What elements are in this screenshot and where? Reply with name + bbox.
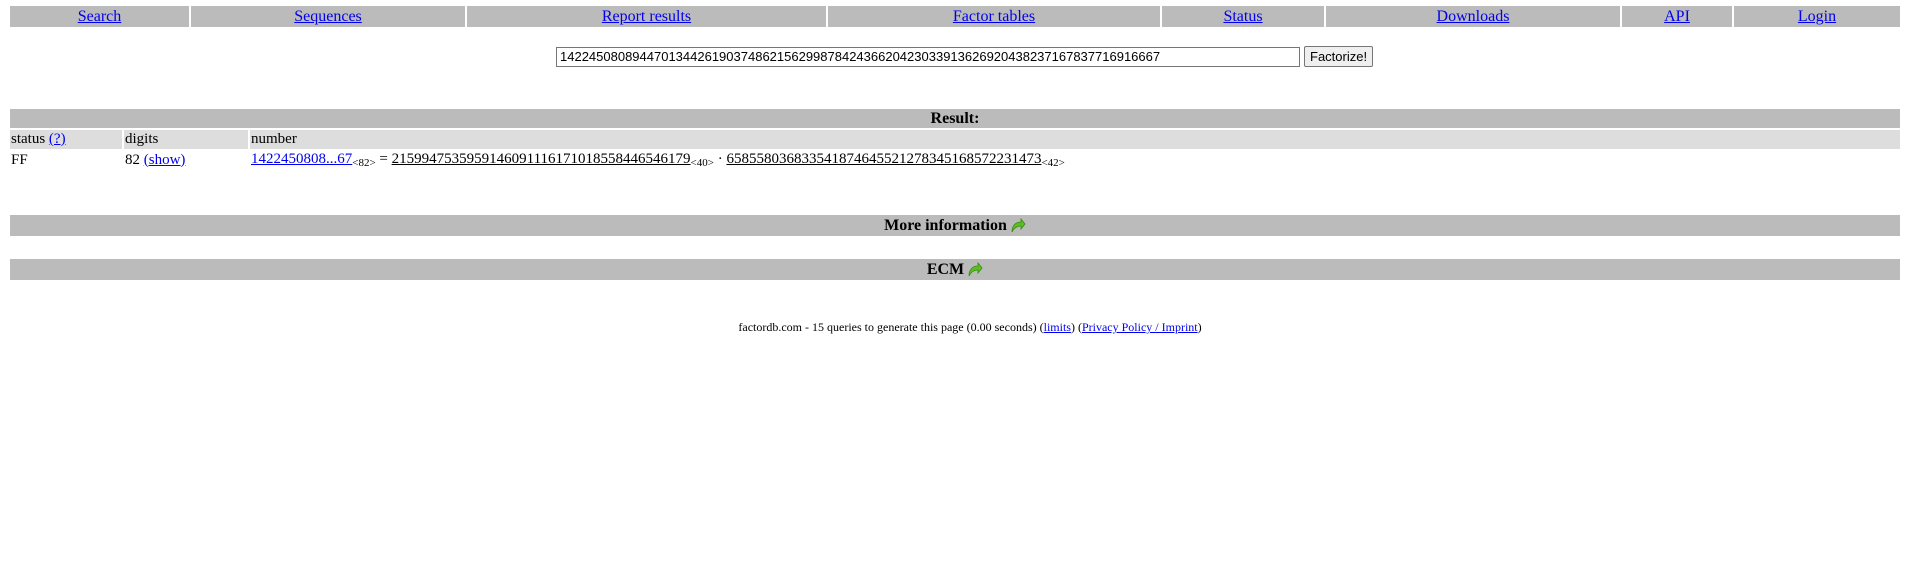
status-help-link[interactable]: (?)	[49, 131, 66, 148]
multiply-dot: ·	[717, 151, 723, 167]
limits-link[interactable]: limits	[1044, 320, 1071, 334]
nav-cell-downloads: Downloads	[1326, 6, 1622, 27]
nav-link-downloads[interactable]: Downloads	[1437, 8, 1510, 26]
result-header: Result:	[10, 109, 1900, 128]
more-information-label: More information	[884, 216, 1007, 234]
number-cell: 1422450808...67<82> = 215994753595914609…	[250, 149, 1900, 171]
more-information-bar[interactable]: More information	[10, 215, 1900, 236]
nav-link-report-results[interactable]: Report results	[602, 8, 691, 26]
nav-link-status[interactable]: Status	[1223, 8, 1262, 26]
nav-link-login[interactable]: Login	[1798, 8, 1836, 26]
nav-link-search[interactable]: Search	[78, 8, 122, 26]
search-form: Factorize!	[556, 46, 1374, 67]
result-table: Result: status (?) digits number FF 82 (…	[10, 109, 1900, 171]
expand-arrow-icon[interactable]	[967, 261, 983, 278]
factor-1-link[interactable]: 2159947535959146091116171018558446546179	[392, 151, 691, 167]
top-nav: Search Sequences Report results Factor t…	[10, 6, 1900, 27]
table-row: FF 82 (show) 1422450808...67<82> = 21599…	[10, 149, 1900, 171]
status-value: FF	[11, 151, 28, 168]
nav-cell-api: API	[1622, 6, 1734, 27]
nav-link-sequences[interactable]: Sequences	[294, 8, 362, 26]
column-header-digits: digits	[124, 130, 250, 149]
equals-sign: =	[379, 151, 388, 167]
nav-cell-report-results: Report results	[467, 6, 828, 27]
column-headers: status (?) digits number	[10, 130, 1900, 149]
footer-separator: ) (	[1070, 320, 1082, 334]
status-label: status	[11, 131, 46, 147]
expand-arrow-icon[interactable]	[1010, 217, 1026, 234]
number-link[interactable]: 1422450808...67	[251, 151, 352, 167]
digits-value: 82	[125, 151, 140, 168]
footer-end: )	[1197, 320, 1202, 334]
factor-2-link[interactable]: 6585580368335418746455212783451685722314…	[726, 151, 1041, 167]
factorize-button[interactable]: Factorize!	[1304, 46, 1374, 67]
factor-2-digits-sub: <42>	[1041, 157, 1065, 169]
nav-cell-sequences: Sequences	[191, 6, 467, 27]
ecm-bar[interactable]: ECM	[10, 259, 1900, 280]
factor-1-digits-sub: <40>	[690, 157, 714, 169]
nav-link-api[interactable]: API	[1664, 8, 1690, 26]
status-cell: FF	[10, 149, 124, 171]
nav-cell-factor-tables: Factor tables	[828, 6, 1162, 27]
privacy-policy-link[interactable]: Privacy Policy / Imprint	[1082, 320, 1198, 334]
digits-cell: 82 (show)	[124, 149, 250, 171]
column-header-number: number	[250, 130, 1900, 149]
number-label: number	[251, 131, 297, 147]
nav-cell-status: Status	[1162, 6, 1326, 27]
number-digits-sub: <82>	[352, 157, 376, 169]
footer: factordb.com - 15 queries to generate th…	[0, 320, 1920, 335]
nav-cell-search: Search	[10, 6, 191, 27]
digits-label: digits	[125, 131, 159, 147]
nav-cell-login: Login	[1734, 6, 1900, 27]
nav-link-factor-tables[interactable]: Factor tables	[953, 8, 1035, 26]
number-input[interactable]	[556, 46, 1300, 67]
column-header-status: status (?)	[10, 130, 124, 149]
footer-text: factordb.com - 15 queries to generate th…	[738, 320, 1044, 334]
ecm-label: ECM	[926, 260, 965, 278]
show-link[interactable]: (show)	[144, 152, 186, 169]
